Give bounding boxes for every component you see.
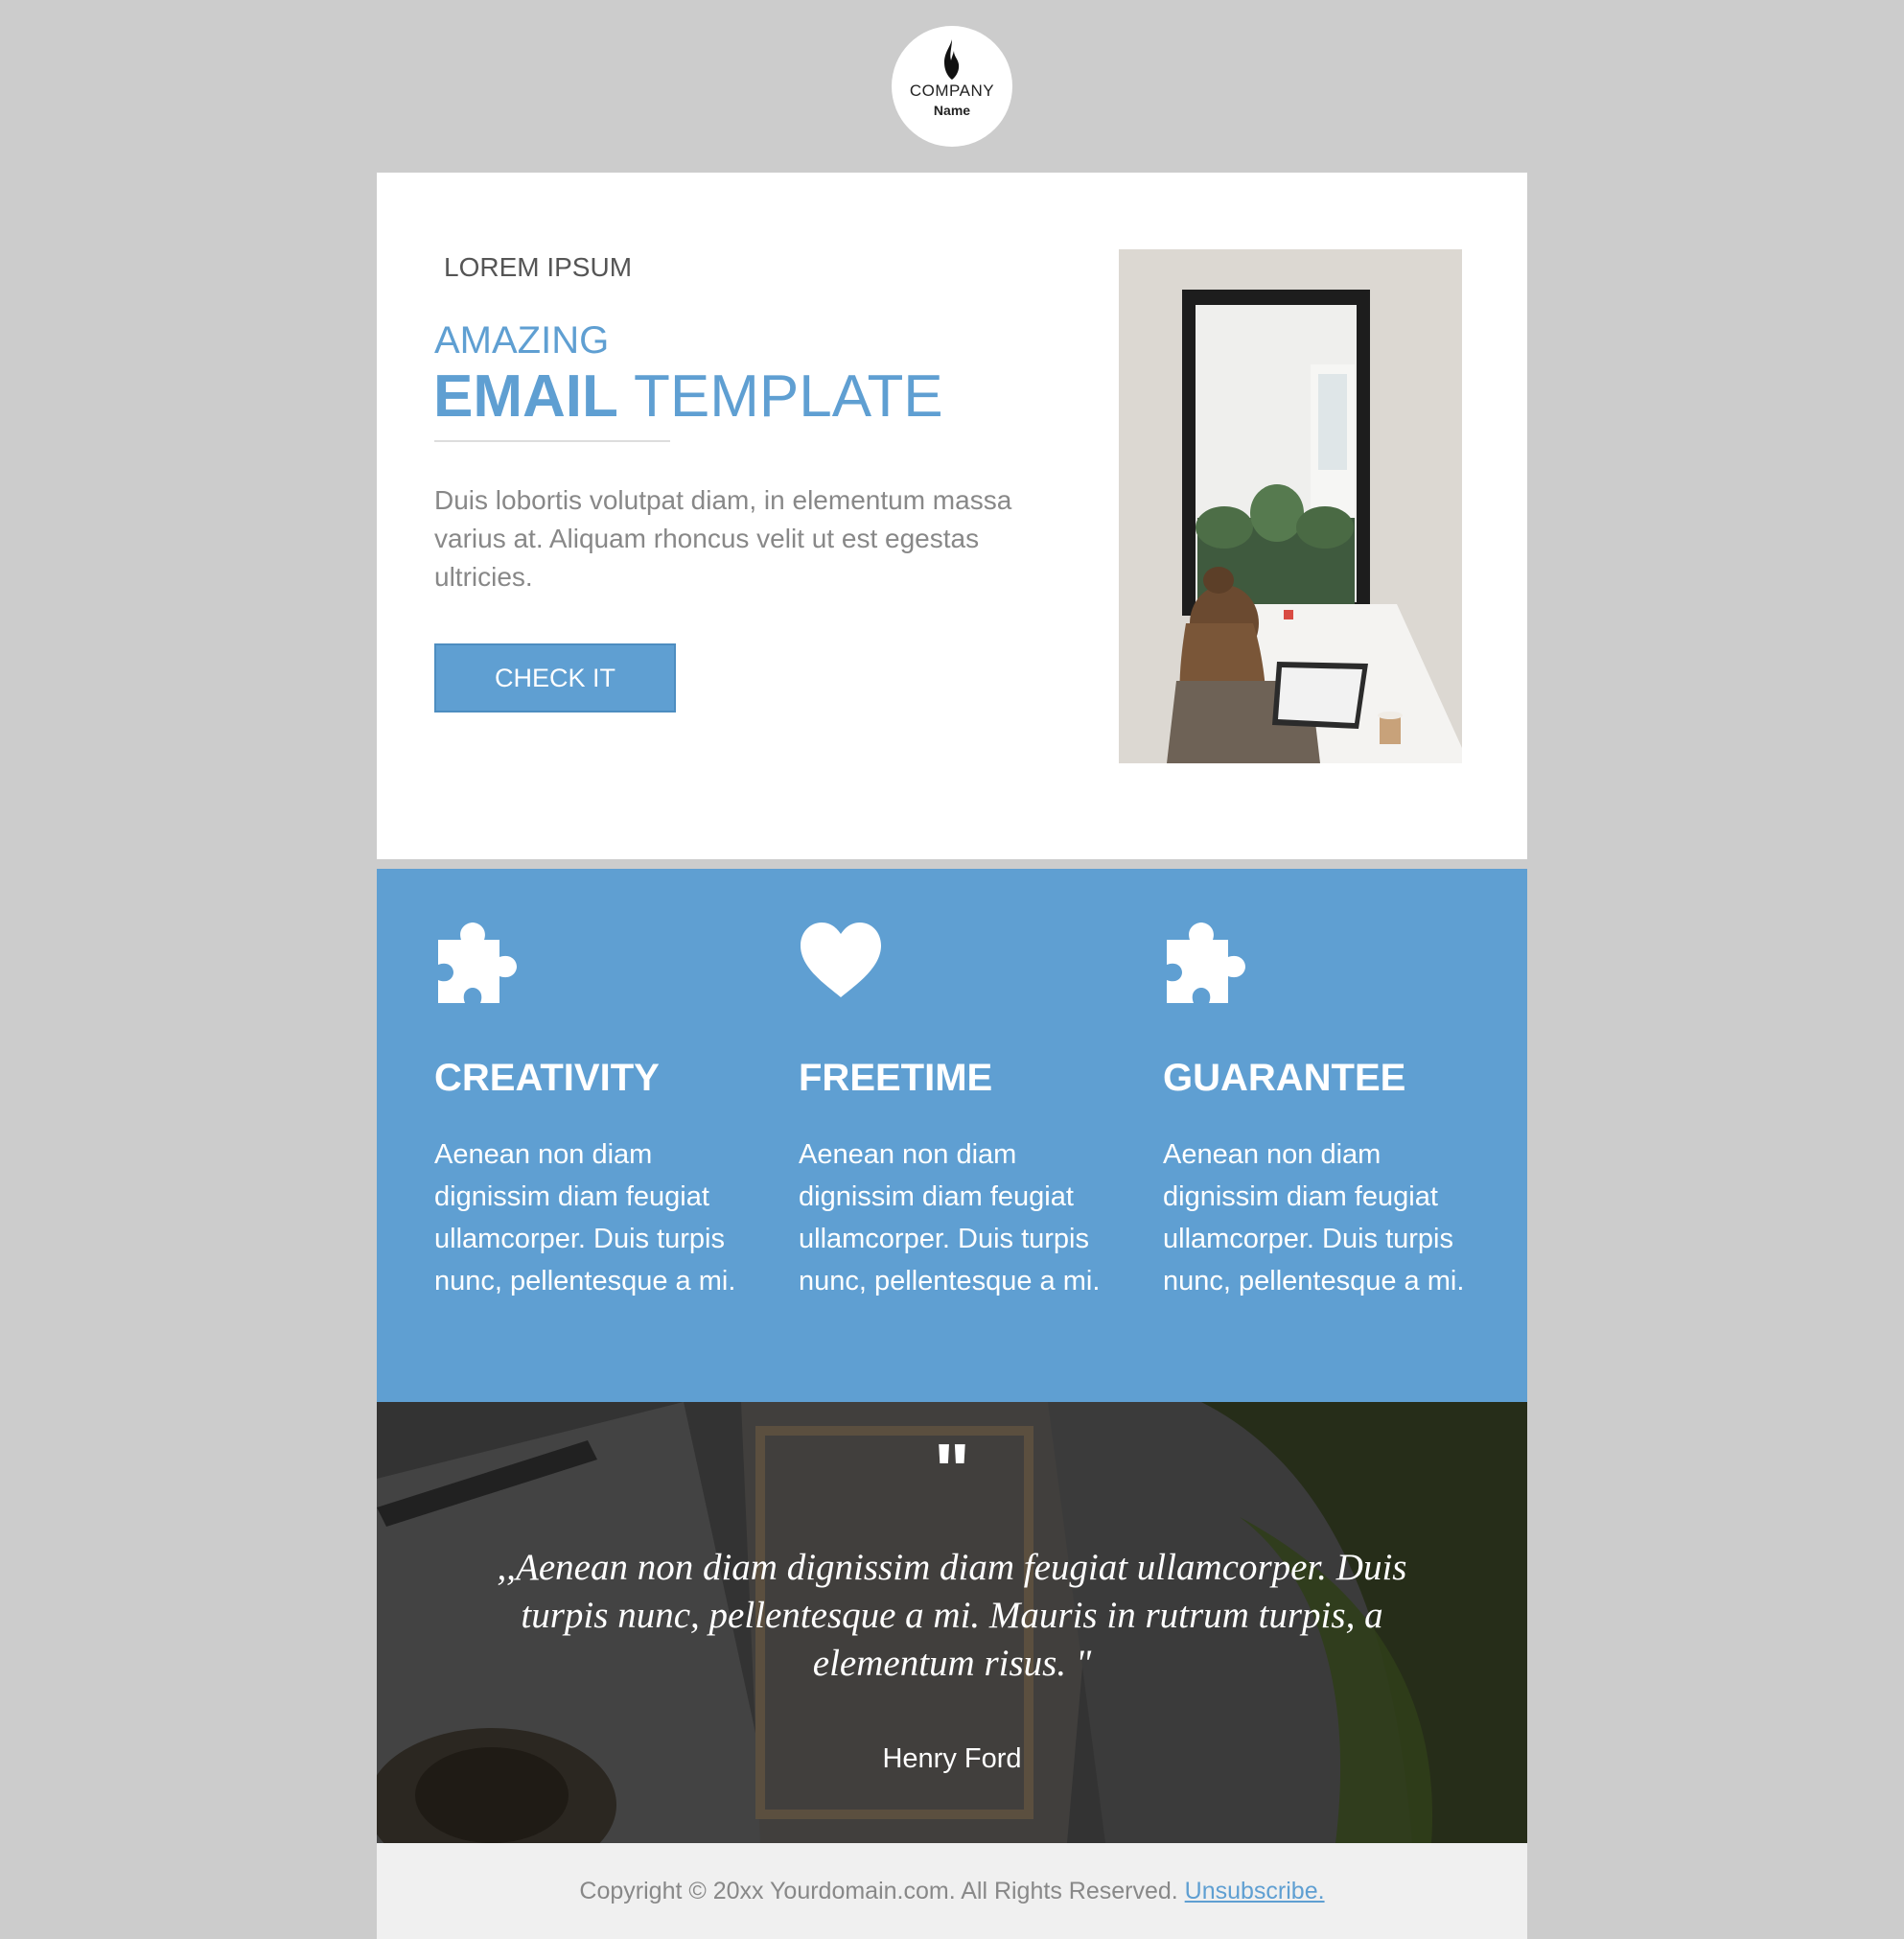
footer: Copyright © 20xx Yourdomain.com. All Rig…	[377, 1843, 1527, 1939]
heart-icon	[801, 923, 881, 997]
quote-mark-icon: "	[934, 1428, 970, 1513]
features-section: CREATIVITY Aenean non diam dignissim dia…	[377, 869, 1527, 1402]
quote-text: ,,Aenean non diam dignissim diam feugiat…	[497, 1547, 1407, 1684]
check-it-button[interactable]: CHECK IT	[434, 643, 676, 713]
hero-kicker: LOREM IPSUM	[444, 252, 633, 282]
footer-copyright: Copyright © 20xx Yourdomain.com. All Rig…	[579, 1878, 1185, 1904]
puzzle-icon	[438, 923, 517, 1003]
feature-title: CREATIVITY	[434, 1057, 660, 1099]
flame-icon	[944, 39, 960, 80]
feature-text: Aenean non diam dignissim diam feugiat u…	[799, 1139, 1101, 1297]
email-container: LOREM IPSUM AMAZING EMAIL TEMPLATE Duis …	[377, 173, 1527, 1939]
hero-section: LOREM IPSUM AMAZING EMAIL TEMPLATE Duis …	[377, 173, 1527, 859]
title-divider	[434, 440, 670, 442]
feature-title: GUARANTEE	[1163, 1057, 1406, 1099]
company-logo: COMPANY Name	[892, 26, 1012, 147]
puzzle-icon	[1167, 923, 1245, 1003]
hero-title-rest: TEMPLATE	[617, 363, 943, 430]
hero-body: Duis lobortis volutpat diam, in elementu…	[434, 485, 1012, 592]
section-gap	[377, 859, 1527, 869]
hero-title-small: AMAZING	[434, 319, 610, 362]
feature-title: FREETIME	[799, 1057, 993, 1099]
logo-line-1: COMPANY	[909, 82, 995, 100]
feature-text: Aenean non diam dignissim diam feugiat u…	[1163, 1139, 1465, 1297]
testimonial-section: " ,,Aenean non diam dignissim diam feugi…	[377, 1402, 1527, 1843]
unsubscribe-link[interactable]: Unsubscribe.	[1185, 1878, 1325, 1904]
hero-title-bold: EMAIL	[433, 363, 618, 430]
feature-text: Aenean non diam dignissim diam feugiat u…	[434, 1139, 736, 1297]
logo-line-2: Name	[933, 103, 971, 118]
hero-photo	[1119, 249, 1462, 763]
quote-author: Henry Ford	[882, 1743, 1022, 1774]
hero-title: EMAIL TEMPLATE	[433, 362, 943, 432]
